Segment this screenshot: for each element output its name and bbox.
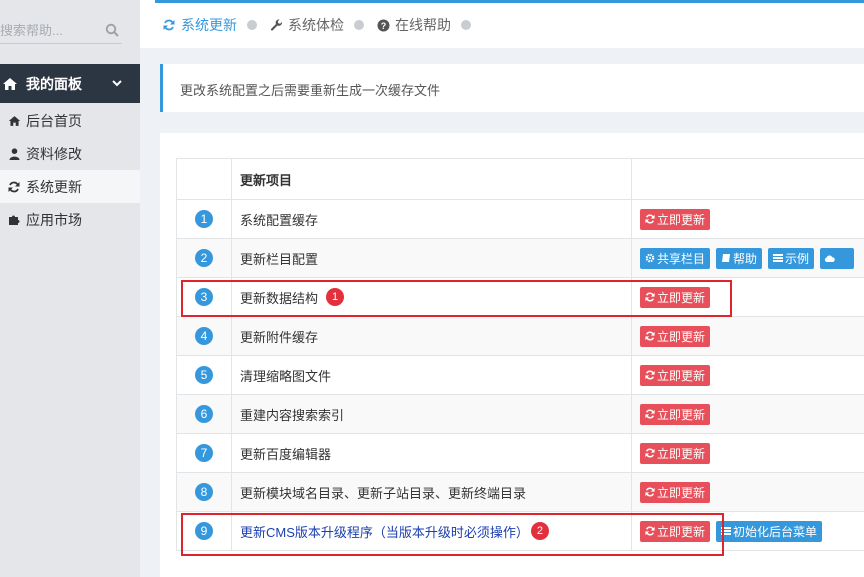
button-label: 示例 <box>785 251 810 266</box>
update-now-button[interactable]: 立即更新 <box>640 325 711 347</box>
row-name: 重建内容搜索索引 <box>240 407 345 423</box>
svg-text:?: ? <box>380 21 386 31</box>
row-name: 更新栏目配置 <box>240 251 319 267</box>
question-icon: ? <box>376 18 390 32</box>
update-now-button[interactable]: 立即更新 <box>640 403 711 425</box>
header-index <box>176 159 232 199</box>
update-now-button[interactable]: 立即更新 <box>640 481 711 503</box>
sidebar-item-label: 后台首页 <box>26 112 82 129</box>
search-icon[interactable] <box>105 23 119 37</box>
row-number: 7 <box>195 444 213 462</box>
row-number: 6 <box>195 405 213 423</box>
update-now-button[interactable]: 立即更新 <box>640 208 711 230</box>
user-icon <box>7 147 21 161</box>
button-label: 立即更新 <box>657 329 706 344</box>
home-icon <box>3 77 17 90</box>
header-actions <box>632 159 864 199</box>
header-item: 更新项目 <box>232 159 632 199</box>
table-row: 7 更新百度编辑器 立即更新 <box>176 434 864 473</box>
chevron-down-icon <box>112 80 122 87</box>
tab-separator <box>247 20 257 30</box>
wrench-icon <box>269 18 283 32</box>
example-button[interactable]: 示例 <box>768 247 815 269</box>
table-row: 8 更新模块域名目录、更新子站目录、更新终端目录 立即更新 <box>176 473 864 512</box>
refresh-icon <box>644 214 655 225</box>
search-box <box>0 18 122 44</box>
tab-separator <box>461 20 471 30</box>
tab-label: 在线帮助 <box>395 17 451 33</box>
sidebar-item-app-market[interactable]: 应用市场 <box>0 203 140 236</box>
puzzle-icon <box>7 213 21 227</box>
help-button[interactable]: 帮助 <box>716 247 763 269</box>
button-label: 初始化后台菜单 <box>733 524 818 539</box>
update-table: 更新项目 1 系统配置缓存 立即更新 2 更新栏目配置 共享栏目 帮助 示例 3… <box>176 158 864 551</box>
button-label: 立即更新 <box>657 368 706 383</box>
row-name: 系统配置缓存 <box>240 212 319 228</box>
accent-bar <box>155 0 864 3</box>
row-number: 8 <box>195 483 213 501</box>
table-row: 5 清理缩略图文件 立即更新 <box>176 356 864 395</box>
tab-label: 系统体检 <box>288 17 344 33</box>
row-name: 更新附件缓存 <box>240 329 319 345</box>
init-menu-button[interactable]: 初始化后台菜单 <box>716 520 823 542</box>
row-number: 4 <box>195 327 213 345</box>
row-number: 2 <box>195 249 213 267</box>
tab-system-update[interactable]: 系统更新 <box>162 15 237 35</box>
highlight-box-1 <box>181 280 732 317</box>
refresh-icon <box>644 331 655 342</box>
book-icon <box>720 253 731 264</box>
button-label: 立即更新 <box>657 485 706 500</box>
tab-system-check[interactable]: 系统体检 <box>269 15 344 35</box>
row-number: 1 <box>195 210 213 228</box>
row-name: 清理缩略图文件 <box>240 368 332 384</box>
sidebar-item-system-update[interactable]: 系统更新 <box>0 170 140 203</box>
search-input[interactable] <box>0 18 100 42</box>
cloud-icon <box>824 253 835 264</box>
button-label: 立即更新 <box>657 446 706 461</box>
sidebar-item-label: 资料修改 <box>26 145 82 162</box>
sidebar-item-label: 应用市场 <box>26 211 82 228</box>
refresh-icon <box>644 487 655 498</box>
sidebar: 我的面板 后台首页 资料修改 系统更新 应用市场 <box>0 0 140 577</box>
table-row: 1 系统配置缓存 立即更新 <box>176 200 864 239</box>
row-name: 更新百度编辑器 <box>240 446 332 462</box>
refresh-icon <box>7 180 21 194</box>
row-number: 5 <box>195 366 213 384</box>
highlight-box-2 <box>181 513 724 556</box>
menu-my-panel[interactable]: 我的面板 <box>0 64 140 103</box>
menu-title: 我的面板 <box>26 75 82 92</box>
tab-online-help[interactable]: ? 在线帮助 <box>376 15 451 35</box>
refresh-icon <box>644 448 655 459</box>
button-label: 帮助 <box>733 251 758 266</box>
table-row: 4 更新附件缓存 立即更新 <box>176 317 864 356</box>
sidebar-item-profile[interactable]: 资料修改 <box>0 137 140 170</box>
notice-text: 更改系统配置之后需要重新生成一次缓存文件 <box>180 83 441 98</box>
tab-label: 系统更新 <box>181 17 237 33</box>
top-tab-bar: 系统更新 系统体检 ? 在线帮助 <box>140 0 864 48</box>
update-now-button[interactable]: 立即更新 <box>640 364 711 386</box>
refresh-icon <box>644 409 655 420</box>
table-header: 更新项目 <box>176 159 864 200</box>
tab-separator <box>354 20 364 30</box>
share-column-button[interactable]: 共享栏目 <box>640 247 711 269</box>
table-row: 6 重建内容搜索索引 立即更新 <box>176 395 864 434</box>
notice-box: 更改系统配置之后需要重新生成一次缓存文件 <box>160 64 864 112</box>
button-label: 共享栏目 <box>657 251 706 266</box>
cloud-button[interactable] <box>820 247 855 269</box>
refresh-icon <box>644 370 655 381</box>
gear-icon <box>644 253 655 264</box>
update-now-button[interactable]: 立即更新 <box>640 442 711 464</box>
refresh-icon <box>162 18 176 32</box>
list-icon <box>772 253 783 264</box>
table-row: 2 更新栏目配置 共享栏目 帮助 示例 <box>176 239 864 278</box>
sidebar-item-home[interactable]: 后台首页 <box>0 104 140 137</box>
button-label: 立即更新 <box>657 212 706 227</box>
home-icon <box>7 114 21 128</box>
sidebar-item-label: 系统更新 <box>26 178 82 195</box>
button-label: 立即更新 <box>657 407 706 422</box>
button-label <box>837 251 849 265</box>
row-name: 更新模块域名目录、更新子站目录、更新终端目录 <box>240 485 527 501</box>
